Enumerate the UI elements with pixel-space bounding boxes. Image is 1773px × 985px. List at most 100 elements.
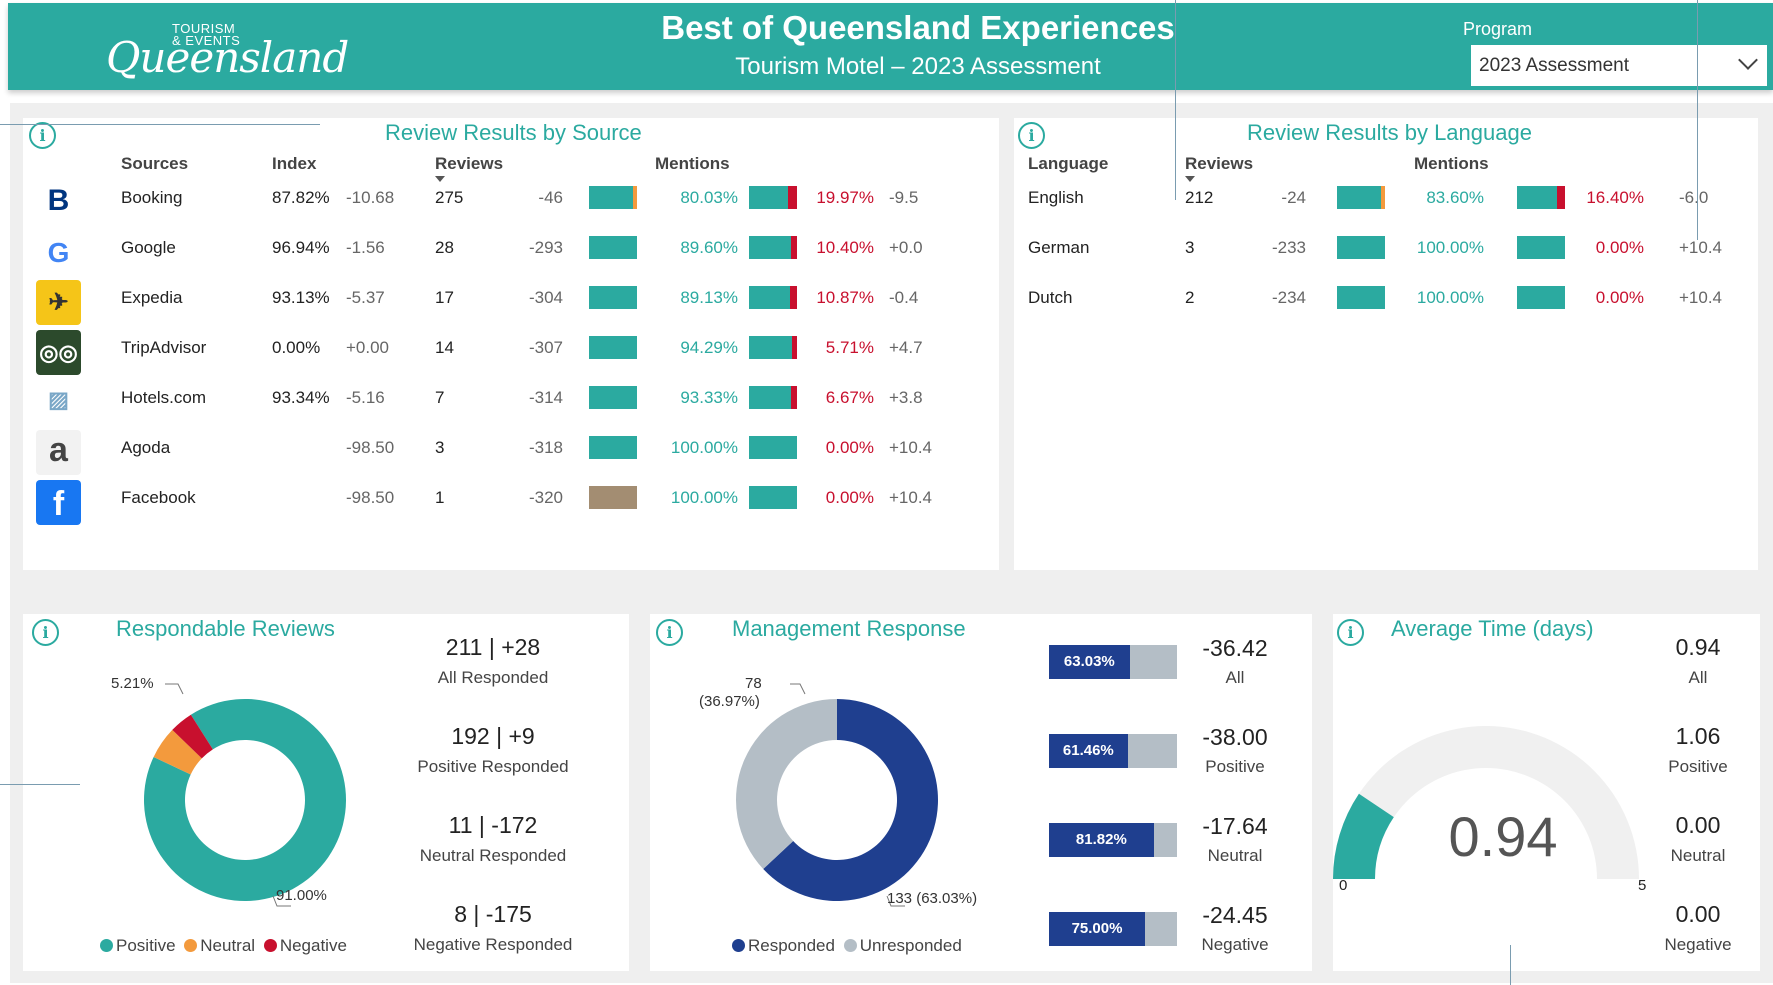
source-index: 0.00% bbox=[272, 338, 321, 357]
col-header-sources[interactable]: Sources bbox=[121, 154, 188, 174]
table-row[interactable] bbox=[1014, 228, 1758, 278]
response-rate-bar[interactable]: 61.46% bbox=[1049, 734, 1177, 768]
info-icon[interactable]: i bbox=[1018, 122, 1045, 149]
legend-neutral[interactable]: Neutral bbox=[184, 936, 255, 955]
mentions-bar[interactable] bbox=[749, 436, 797, 459]
mention-negative: 5.71% bbox=[825, 338, 874, 357]
reviews-bar[interactable] bbox=[589, 236, 637, 259]
col-header-mentions[interactable]: Mentions bbox=[1414, 154, 1489, 174]
source-index: 93.13% bbox=[272, 288, 330, 307]
reviews-bar[interactable] bbox=[1337, 236, 1385, 259]
response-rate-label: Neutral bbox=[1207, 846, 1263, 865]
chevron-down-icon[interactable] bbox=[1738, 50, 1758, 70]
language-name: German bbox=[1028, 238, 1090, 257]
reviews-bar[interactable] bbox=[1337, 286, 1385, 309]
source-panel: i Review Results by Source Sources Index… bbox=[23, 118, 999, 570]
reviews-bar[interactable] bbox=[589, 186, 637, 209]
source-reviews-delta: -320 bbox=[528, 488, 563, 507]
legend-unresponded[interactable]: Unresponded bbox=[843, 936, 962, 955]
google-icon: G bbox=[47, 237, 70, 268]
negative-segment bbox=[788, 186, 797, 209]
reviews-bar[interactable] bbox=[1337, 186, 1385, 209]
source-index: 96.94% bbox=[272, 238, 330, 257]
mentions-bar[interactable] bbox=[749, 286, 797, 309]
program-dropdown[interactable]: 2023 Assessment bbox=[1471, 45, 1767, 86]
mention-delta: +10.4 bbox=[1679, 238, 1723, 257]
donut-slice-unresponded[interactable] bbox=[736, 699, 837, 869]
language-panel: i Review Results by Language Language Re… bbox=[1014, 118, 1758, 570]
info-icon[interactable]: i bbox=[656, 619, 683, 646]
mention-positive: 83.60% bbox=[1426, 188, 1484, 207]
mentions-bar[interactable] bbox=[749, 236, 797, 259]
response-rate-label: Positive bbox=[1205, 757, 1265, 776]
response-rate-bar[interactable]: 63.03% bbox=[1049, 645, 1177, 679]
mentions-bar[interactable] bbox=[749, 336, 797, 359]
col-header-language[interactable]: Language bbox=[1028, 154, 1108, 174]
page-title: Best of Queensland Experiences bbox=[661, 9, 1175, 46]
mentions-bar[interactable] bbox=[1517, 236, 1565, 259]
label-positive-pct: 91.00% bbox=[276, 887, 327, 904]
program-dropdown-value: 2023 Assessment bbox=[1479, 55, 1629, 76]
mention-positive: 93.33% bbox=[680, 388, 738, 407]
legend-responded[interactable]: Responded bbox=[732, 936, 835, 955]
reviews-bar[interactable] bbox=[589, 486, 637, 509]
mention-delta: +3.8 bbox=[889, 388, 923, 407]
negative-segment bbox=[791, 236, 797, 259]
col-header-mentions[interactable]: Mentions bbox=[655, 154, 730, 174]
table-row[interactable] bbox=[1014, 178, 1758, 228]
reviews-bar[interactable] bbox=[589, 286, 637, 309]
language-name: English bbox=[1028, 188, 1084, 207]
mentions-bar[interactable] bbox=[749, 486, 797, 509]
respondable-stat-label: Negative Responded bbox=[413, 935, 573, 954]
source-index-delta: +0.00 bbox=[346, 338, 390, 357]
info-icon[interactable]: i bbox=[1337, 619, 1364, 646]
expedia-icon: ✈ bbox=[36, 280, 81, 325]
info-icon[interactable]: i bbox=[32, 619, 59, 646]
col-header-reviews[interactable]: Reviews bbox=[435, 154, 503, 174]
response-rate-bar[interactable]: 81.82% bbox=[1049, 823, 1177, 857]
response-rate-label: All bbox=[1225, 668, 1245, 687]
col-header-reviews[interactable]: Reviews bbox=[1185, 154, 1253, 174]
negative-segment bbox=[790, 286, 797, 309]
response-rate-label: Negative bbox=[1201, 935, 1269, 954]
source-reviews: 1 bbox=[435, 488, 445, 507]
mentions-bar[interactable] bbox=[1517, 186, 1565, 209]
legend-negative[interactable]: Negative bbox=[263, 936, 347, 955]
mention-delta: -6.0 bbox=[1679, 188, 1709, 207]
mention-negative: 0.00% bbox=[1595, 288, 1644, 307]
avg-time-stat-label: Neutral bbox=[1670, 846, 1726, 865]
respondable-panel: i Respondable Reviews 5.21% 91.00% Posit… bbox=[23, 614, 629, 971]
language-name: Dutch bbox=[1028, 288, 1073, 307]
reviews-bar[interactable] bbox=[589, 336, 637, 359]
language-reviews: 2 bbox=[1185, 288, 1195, 307]
label-neutral-pct: 5.21% bbox=[111, 675, 154, 692]
respondable-donut-chart[interactable] bbox=[103, 654, 403, 934]
reviews-bar[interactable] bbox=[589, 386, 637, 409]
respondable-stat-value: 11 | -172 bbox=[448, 812, 538, 838]
mention-negative: 0.00% bbox=[1595, 238, 1644, 257]
mentions-bar[interactable] bbox=[749, 386, 797, 409]
source-index-delta: -1.56 bbox=[346, 238, 385, 257]
table-row[interactable] bbox=[1014, 278, 1758, 328]
source-reviews-delta: -314 bbox=[528, 388, 563, 407]
source-reviews: 14 bbox=[435, 338, 454, 357]
mentions-bar[interactable] bbox=[1517, 286, 1565, 309]
annotation-arrow bbox=[1510, 945, 1511, 985]
legend-positive[interactable]: Positive bbox=[100, 936, 176, 955]
management-legend: Responded Unresponded bbox=[732, 936, 962, 956]
col-header-index[interactable]: Index bbox=[272, 154, 316, 174]
label-leader-line bbox=[790, 683, 806, 695]
reviews-bar[interactable] bbox=[589, 436, 637, 459]
source-index-delta: -10.68 bbox=[346, 188, 395, 207]
source-name: Google bbox=[121, 238, 176, 257]
source-reviews-delta: -307 bbox=[528, 338, 563, 357]
response-rate-delta: -36.42 bbox=[1202, 635, 1268, 661]
response-rate-fill: 75.00% bbox=[1049, 912, 1145, 946]
avg-time-stat-value: 0.00 bbox=[1675, 812, 1721, 838]
label-leader-line bbox=[165, 683, 184, 695]
mentions-bar[interactable] bbox=[749, 186, 797, 209]
response-rate-bar[interactable]: 75.00% bbox=[1049, 912, 1177, 946]
respondable-stat-label: Positive Responded bbox=[417, 757, 569, 776]
source-reviews: 7 bbox=[435, 388, 445, 407]
info-icon[interactable]: i bbox=[29, 122, 56, 149]
